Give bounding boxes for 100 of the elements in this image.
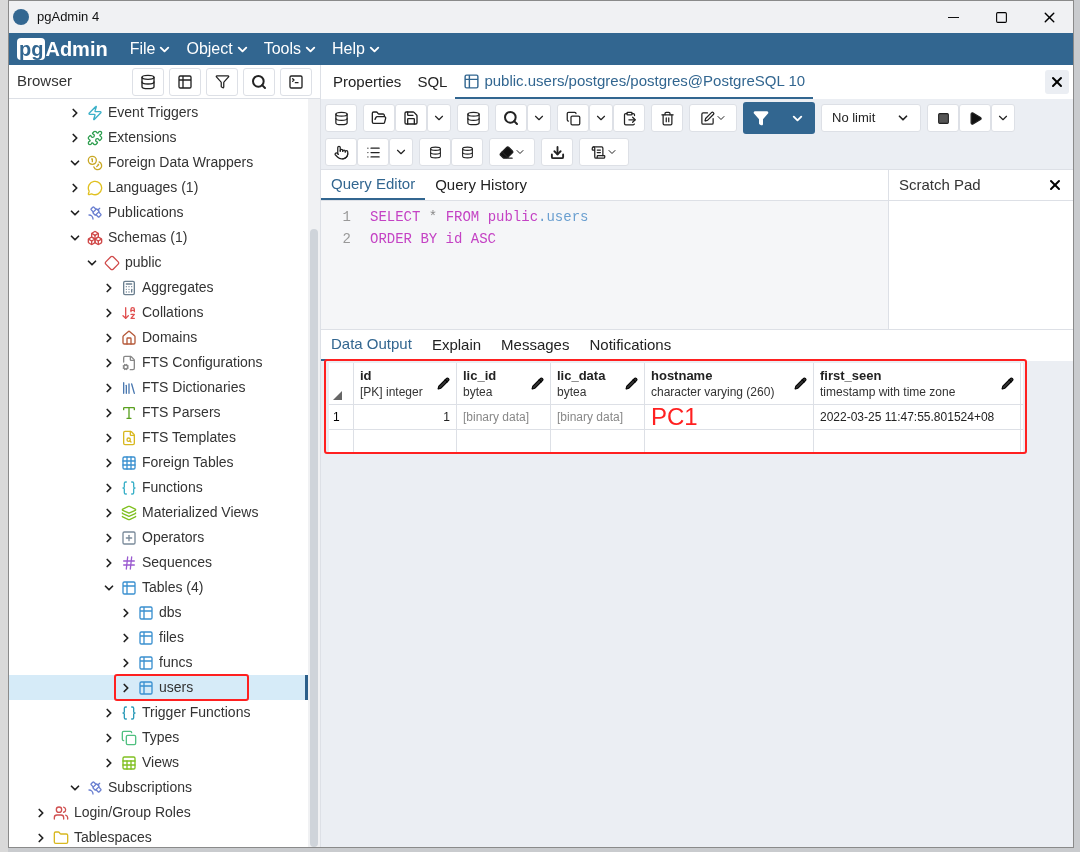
tree-item[interactable]: Functions: [9, 475, 308, 500]
tree-item[interactable]: Foreign Data Wrappers: [9, 150, 308, 175]
pencil-icon[interactable]: [794, 377, 807, 390]
tree-label: Schemas (1): [108, 228, 188, 247]
column-header[interactable]: id [PK] integer: [354, 363, 457, 404]
macros-button[interactable]: [579, 138, 629, 166]
download-button[interactable]: [541, 138, 573, 166]
tree-item[interactable]: Views: [9, 750, 308, 775]
pointer-button[interactable]: [325, 138, 357, 166]
copy-button[interactable]: [557, 104, 589, 132]
tree-item[interactable]: Languages (1): [9, 175, 308, 200]
trash-icon: [659, 110, 675, 126]
table-cell: [binary data]: [457, 405, 551, 429]
tree-item[interactable]: Login/Group Roles: [9, 800, 308, 825]
save-data-button[interactable]: [457, 104, 489, 132]
tree-item[interactable]: Domains: [9, 325, 308, 350]
search-icon: [251, 73, 267, 90]
output-tab[interactable]: Messages: [491, 330, 580, 361]
panel-tab[interactable]: SQL: [409, 65, 456, 99]
pencil-icon[interactable]: [437, 377, 450, 390]
clear-button[interactable]: [489, 138, 535, 166]
tree-item[interactable]: Subscriptions: [9, 775, 308, 800]
code-line: ORDER BY id ASC: [370, 230, 498, 249]
tree-item[interactable]: Sequences: [9, 550, 308, 575]
tree-item[interactable]: FTS Configurations: [9, 350, 308, 375]
output-tab[interactable]: Data Output: [321, 330, 422, 361]
output-tab[interactable]: Explain: [421, 330, 492, 361]
close-button[interactable]: [1047, 177, 1063, 193]
tree-label: Foreign Data Wrappers: [108, 153, 254, 172]
column-header[interactable]: first_seen timestamp with time zone: [814, 363, 1021, 404]
tree-item[interactable]: FTS Templates: [9, 425, 308, 450]
tree-item[interactable]: Types: [9, 725, 308, 750]
column-header[interactable]: lic_id bytea: [457, 363, 551, 404]
open-file-button[interactable]: [363, 104, 395, 132]
menu-item[interactable]: Object: [186, 37, 250, 61]
tree-item[interactable]: Aggregates: [9, 275, 308, 300]
sheet-icon: [121, 754, 137, 771]
execute-button[interactable]: [959, 104, 991, 132]
tree-item[interactable]: Extensions: [9, 125, 308, 150]
tree-item[interactable]: dbs: [9, 600, 308, 625]
tree-item[interactable]: Schemas (1): [9, 225, 308, 250]
table-icon: [138, 654, 154, 671]
list-button[interactable]: [357, 138, 389, 166]
stop-button[interactable]: [927, 104, 959, 132]
sort-icon: [121, 304, 137, 321]
menu-item[interactable]: File: [129, 37, 173, 61]
tree-item[interactable]: Operators: [9, 525, 308, 550]
commit-button[interactable]: [419, 138, 451, 166]
tree-label: Materialized Views: [142, 503, 259, 522]
save-button[interactable]: [395, 104, 427, 132]
scrollbar[interactable]: [308, 99, 320, 847]
column-header[interactable]: lic_data bytea: [551, 363, 645, 404]
tree-item[interactable]: Tablespaces: [9, 825, 308, 847]
plus-square-icon: [121, 529, 137, 546]
pencil-icon[interactable]: [625, 377, 638, 390]
panel-tab[interactable]: public.users/postgres/postgres@PostgreSQL 10: [455, 65, 814, 99]
view-data-button[interactable]: [169, 67, 201, 96]
tree-item[interactable]: Publications: [9, 200, 308, 225]
query-tool-button[interactable]: [132, 67, 164, 96]
tree-label: Tables (4): [142, 578, 204, 597]
panel-tab[interactable]: Properties: [325, 65, 410, 99]
tree-item[interactable]: Foreign Tables: [9, 450, 308, 475]
paste-button[interactable]: [613, 104, 645, 132]
save-icon: [403, 110, 419, 126]
tree-item[interactable]: Trigger Functions: [9, 700, 308, 725]
tree-item[interactable]: Collations: [9, 300, 308, 325]
tree-item[interactable]: users: [9, 675, 308, 700]
column-type: timestamp with time zone: [820, 383, 956, 401]
filter-table-button[interactable]: [206, 67, 238, 96]
pencil-icon[interactable]: [531, 377, 544, 390]
editor-tab[interactable]: Query History: [425, 170, 537, 200]
menu-item[interactable]: Help: [332, 37, 382, 61]
users-icon: [53, 804, 69, 821]
find-button[interactable]: [495, 104, 527, 132]
table-icon: [463, 72, 481, 90]
tree-item[interactable]: FTS Dictionaries: [9, 375, 308, 400]
edit-button[interactable]: [689, 104, 737, 132]
query-tool-button[interactable]: [325, 104, 357, 132]
tree-item[interactable]: Tables (4): [9, 575, 308, 600]
row-limit-select[interactable]: No limit: [821, 104, 921, 132]
filter-button[interactable]: [743, 102, 815, 134]
terminal-button[interactable]: [280, 67, 312, 96]
tree-label: Types: [142, 728, 180, 747]
eraser-icon: [498, 144, 514, 160]
output-tab[interactable]: Notifications: [579, 330, 682, 361]
tree-item[interactable]: public: [9, 250, 308, 275]
search-button[interactable]: [243, 67, 275, 96]
tree-item[interactable]: funcs: [9, 650, 308, 675]
tree-item[interactable]: files: [9, 625, 308, 650]
rollback-button[interactable]: [451, 138, 483, 166]
column-header[interactable]: hostname character varying (260): [645, 363, 814, 404]
menu-item[interactable]: Tools: [263, 37, 319, 61]
tree-item[interactable]: FTS Parsers: [9, 400, 308, 425]
delete-button[interactable]: [651, 104, 683, 132]
tree-item[interactable]: Event Triggers: [9, 100, 308, 125]
code-line: SELECT * FROM public.users: [370, 208, 589, 227]
close-tab-button[interactable]: [1045, 70, 1069, 94]
tree-item[interactable]: Materialized Views: [9, 500, 308, 525]
search-icon: [503, 110, 519, 126]
pencil-icon[interactable]: [1001, 377, 1014, 390]
